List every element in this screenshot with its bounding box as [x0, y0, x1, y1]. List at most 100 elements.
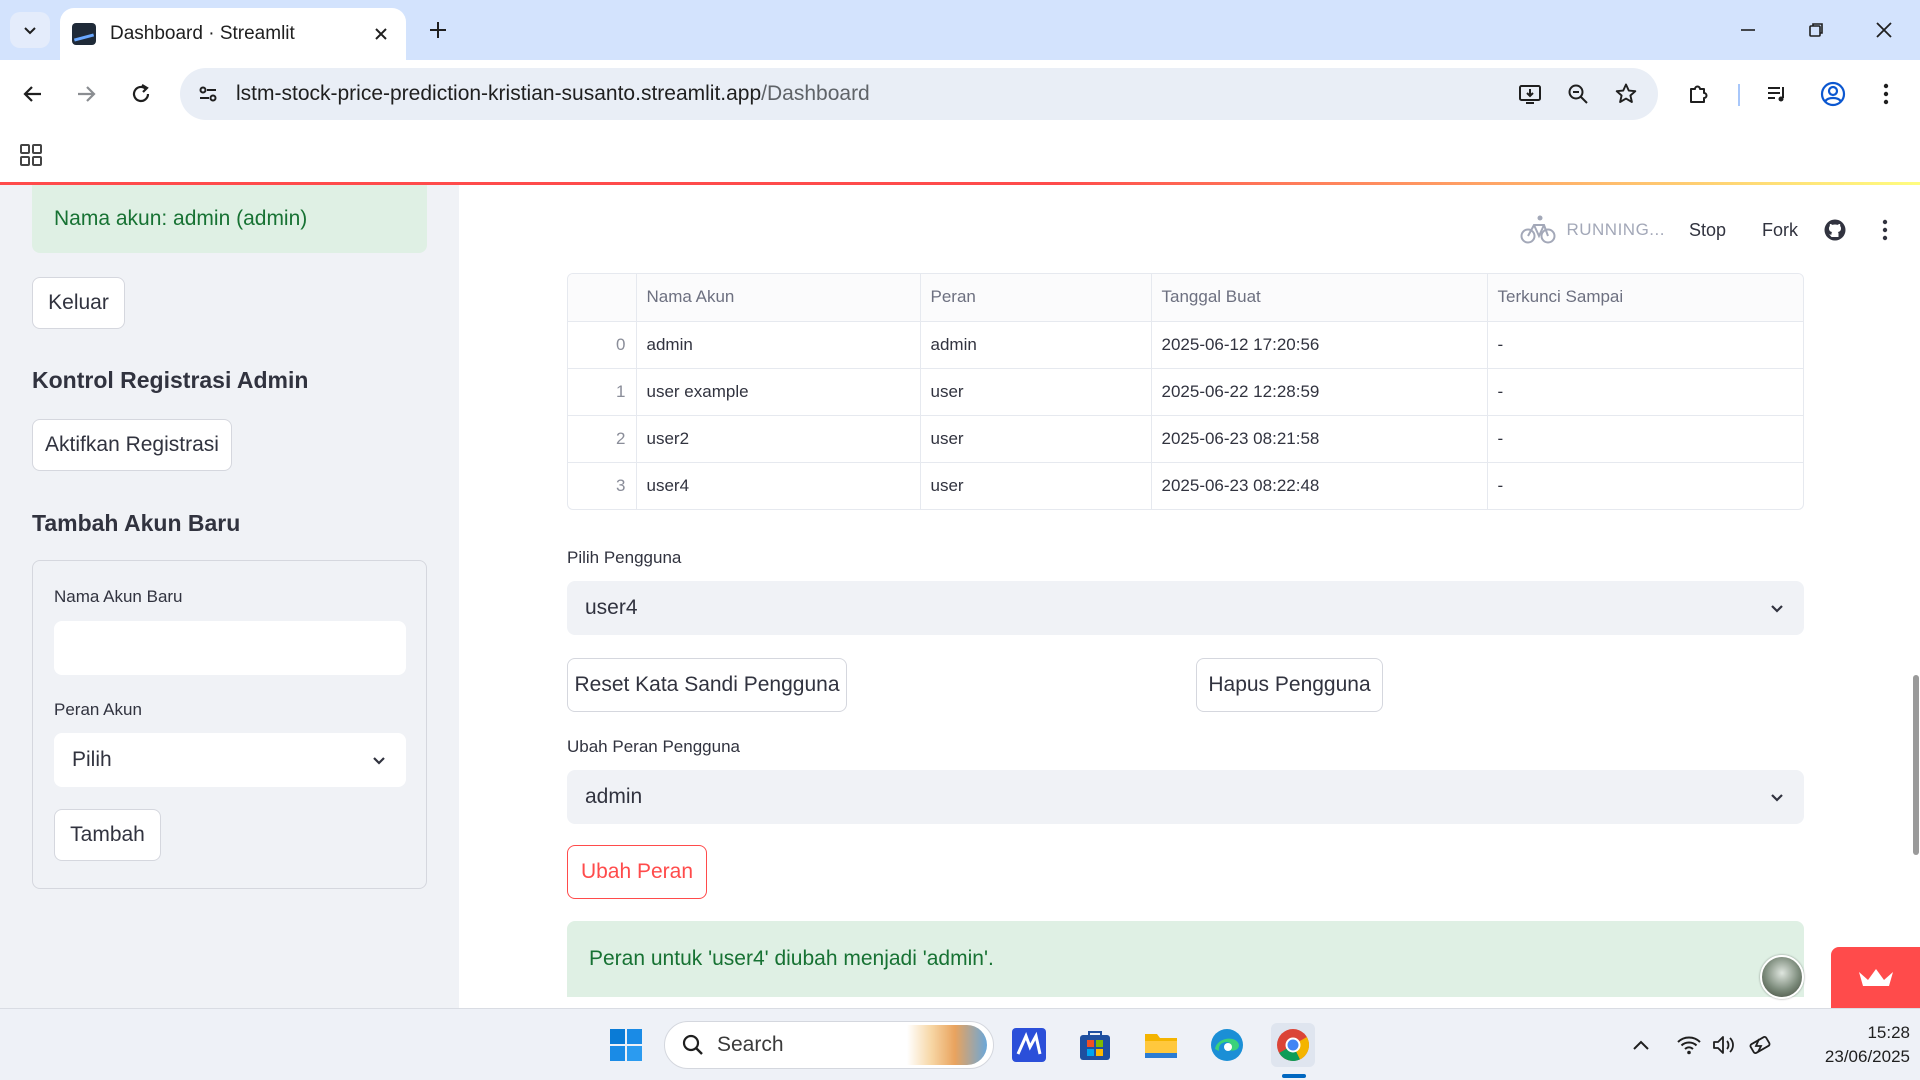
- delete-user-button[interactable]: Hapus Pengguna: [1196, 658, 1383, 712]
- star-icon: [1615, 83, 1637, 103]
- extensions-button[interactable]: [1679, 74, 1719, 114]
- account-info-text: Nama akun: admin (admin): [54, 207, 308, 230]
- cell-role[interactable]: user: [920, 462, 1152, 509]
- windows-taskbar: Search 15:28 23/06/2025: [0, 1008, 1920, 1080]
- new-account-name-input[interactable]: [54, 621, 406, 675]
- created-column-header[interactable]: Tanggal Buat: [1151, 274, 1488, 322]
- taskbar-app-store[interactable]: [1073, 1023, 1117, 1067]
- browser-menu-button[interactable]: [1866, 74, 1906, 114]
- role-select[interactable]: Pilih: [54, 733, 406, 787]
- role-column-header[interactable]: Peran: [920, 274, 1152, 322]
- cell-role[interactable]: user: [920, 415, 1152, 463]
- tab-close-button[interactable]: [368, 21, 394, 47]
- site-info-button[interactable]: [188, 74, 228, 114]
- locked-column-header[interactable]: Terkunci Sampai: [1487, 274, 1803, 322]
- battery-status[interactable]: [1746, 1029, 1776, 1061]
- success-alert-text: Peran untuk 'user4' diubah menjadi 'admi…: [589, 947, 994, 970]
- cell-role[interactable]: admin: [920, 321, 1152, 369]
- zoom-button[interactable]: [1556, 72, 1600, 116]
- apps-button[interactable]: [14, 138, 48, 172]
- address-bar[interactable]: lstm-stock-price-prediction-kristian-sus…: [180, 68, 1658, 120]
- clock-time: 15:28: [1867, 1023, 1910, 1042]
- search-icon: [682, 1034, 703, 1055]
- users-dataframe[interactable]: Nama Akun Peran Tanggal Buat Terkunci Sa…: [567, 273, 1804, 510]
- cell-name[interactable]: admin: [636, 321, 921, 369]
- taskbar-app-file-explorer[interactable]: [1139, 1023, 1183, 1067]
- chevron-down-icon: [24, 27, 36, 35]
- close-window-button[interactable]: [1862, 12, 1906, 48]
- cell-created[interactable]: 2025-06-23 08:21:58: [1151, 415, 1488, 463]
- change-role-button[interactable]: Ubah Peran: [567, 845, 707, 899]
- taskbar-app-edge[interactable]: [1205, 1023, 1249, 1067]
- name-column-header[interactable]: Nama Akun: [636, 274, 921, 322]
- restore-button[interactable]: [1794, 12, 1838, 48]
- close-icon: [1876, 22, 1892, 38]
- fork-button[interactable]: Fork: [1762, 220, 1798, 241]
- folder-icon: [1145, 1034, 1177, 1058]
- index-column-header[interactable]: [568, 274, 637, 322]
- tab-title: Dashboard · Streamlit: [110, 23, 295, 44]
- profile-button[interactable]: [1813, 74, 1853, 114]
- registration-heading: Kontrol Registrasi Admin: [32, 367, 309, 393]
- browser-tab-active[interactable]: Dashboard · Streamlit: [60, 8, 406, 60]
- github-button[interactable]: [1820, 215, 1850, 245]
- bookmark-star-button[interactable]: [1604, 72, 1648, 116]
- main-menu-button[interactable]: [1870, 215, 1900, 245]
- back-button[interactable]: [13, 74, 53, 114]
- wifi-status[interactable]: [1674, 1029, 1704, 1061]
- creator-avatar[interactable]: [1760, 955, 1804, 999]
- cell-locked[interactable]: -: [1487, 415, 1803, 463]
- success-alert: Peran untuk 'user4' diubah menjadi 'admi…: [567, 921, 1804, 997]
- forward-button[interactable]: [66, 74, 106, 114]
- sidebar: Nama akun: admin (admin) Keluar Kontrol …: [0, 185, 459, 1008]
- taskbar-app-chrome[interactable]: [1271, 1023, 1315, 1067]
- plus-icon: [430, 22, 446, 38]
- reset-password-button[interactable]: Reset Kata Sandi Pengguna: [567, 658, 847, 712]
- zoom-out-icon: [1568, 84, 1588, 104]
- start-button[interactable]: [604, 1023, 648, 1067]
- url-host: lstm-stock-price-prediction-kristian-sus…: [236, 82, 762, 105]
- taskbar-search[interactable]: Search: [664, 1021, 994, 1069]
- system-clock[interactable]: 15:28 23/06/2025: [1790, 1021, 1910, 1069]
- cell-created[interactable]: 2025-06-23 08:22:48: [1151, 462, 1488, 509]
- reload-button[interactable]: [121, 74, 161, 114]
- tab-search-button[interactable]: [10, 12, 50, 48]
- cell-name[interactable]: user2: [636, 415, 921, 463]
- main-content: RUNNING... Stop Fork Nama Akun Peran Tan…: [459, 185, 1920, 1008]
- new-tab-button[interactable]: [422, 14, 454, 46]
- taskbar-app-editor[interactable]: [1007, 1023, 1051, 1067]
- page-scrollbar-thumb[interactable]: [1913, 675, 1919, 855]
- apps-grid-icon: [20, 144, 42, 166]
- minimize-button[interactable]: [1726, 12, 1770, 48]
- queue-music-icon: [1768, 87, 1784, 102]
- cell-name[interactable]: user example: [636, 368, 921, 416]
- github-icon: [1824, 219, 1846, 241]
- show-hidden-icons-button[interactable]: [1628, 1029, 1654, 1061]
- cell-created[interactable]: 2025-06-22 12:28:59: [1151, 368, 1488, 416]
- cell-locked[interactable]: -: [1487, 368, 1803, 416]
- change-role-value: admin: [585, 785, 643, 808]
- media-controls-button[interactable]: [1757, 74, 1797, 114]
- url-text[interactable]: lstm-stock-price-prediction-kristian-sus…: [236, 82, 1508, 106]
- more-vert-icon: [1883, 83, 1889, 105]
- change-role-dropdown[interactable]: admin: [567, 770, 1804, 824]
- volume-status[interactable]: [1710, 1029, 1740, 1061]
- install-app-button[interactable]: [1508, 72, 1552, 116]
- logout-button[interactable]: Keluar: [32, 277, 125, 329]
- streamlit-cloud-badge[interactable]: [1831, 947, 1920, 1008]
- account-info-alert: Nama akun: admin (admin): [32, 185, 427, 253]
- wifi-icon: [1677, 1036, 1701, 1055]
- table-header-row: Nama Akun Peran Tanggal Buat Terkunci Sa…: [568, 274, 1803, 322]
- cell-role[interactable]: user: [920, 368, 1152, 416]
- crown-icon: [1858, 968, 1893, 986]
- cell-created[interactable]: 2025-06-12 17:20:56: [1151, 321, 1488, 369]
- stop-button[interactable]: Stop: [1689, 220, 1726, 241]
- windows-logo-icon: [610, 1029, 642, 1061]
- add-account-button[interactable]: Tambah: [54, 809, 161, 861]
- chevron-up-icon: [1633, 1040, 1649, 1050]
- cell-name[interactable]: user4: [636, 462, 921, 509]
- select-user-dropdown[interactable]: user4: [567, 581, 1804, 635]
- enable-registration-button[interactable]: Aktifkan Registrasi: [32, 419, 232, 471]
- cell-locked[interactable]: -: [1487, 462, 1803, 509]
- cell-locked[interactable]: -: [1487, 321, 1803, 369]
